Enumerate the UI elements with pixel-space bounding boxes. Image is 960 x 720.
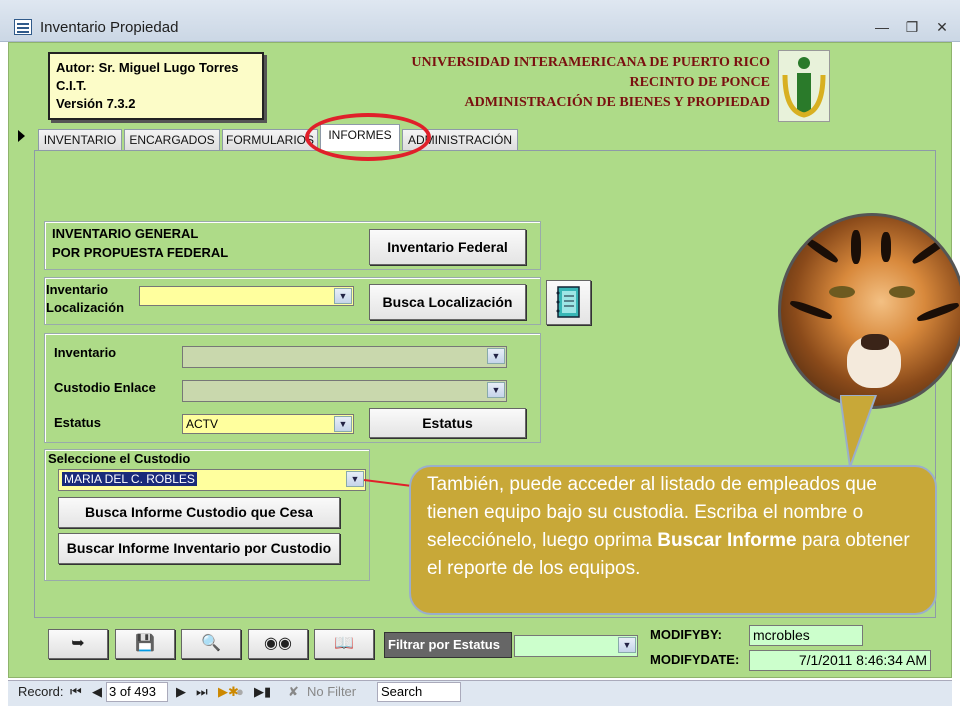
custodio-selected: MARIA DEL C. ROBLES [62, 472, 197, 486]
localizacion-combo[interactable]: ▼ [139, 286, 354, 306]
close-icon[interactable]: ✕ [932, 19, 952, 35]
inventario-combo[interactable]: ▼ [182, 346, 507, 368]
chevron-down-icon[interactable]: ▼ [618, 637, 636, 653]
chevron-down-icon[interactable]: ▼ [334, 416, 352, 432]
tiger-image [778, 213, 960, 409]
busca-localizacion-button[interactable]: Busca Localización [369, 284, 526, 320]
no-filter-icon[interactable]: ✘ [288, 684, 299, 700]
callout-pointer [840, 395, 878, 468]
previous-record-icon[interactable]: ◀ [92, 684, 102, 700]
first-record-icon[interactable]: ⏮ [70, 684, 82, 700]
custodio-enlace-combo[interactable]: ▼ [182, 380, 507, 402]
modifydate-field[interactable]: 7/1/2011 8:46:34 AM [749, 650, 931, 671]
record-selector-icon [18, 130, 25, 142]
localizacion-label-1: Inventario [46, 282, 109, 297]
estatus-combo[interactable]: ACTV ▼ [182, 414, 354, 434]
org-text: C.I.T. [56, 78, 87, 93]
seleccione-custodio-label: Seleccione el Custodio [48, 451, 191, 466]
buscar-informe-inventario-button[interactable]: Buscar Informe Inventario por Custodio [58, 533, 340, 564]
highlight-circle [305, 113, 431, 161]
tab-inventario[interactable]: INVENTARIO [38, 129, 122, 151]
minimize-icon[interactable]: — [872, 19, 892, 35]
filtrar-estatus-combo[interactable]: ▼ [514, 635, 638, 657]
chevron-down-icon[interactable]: ▼ [334, 288, 352, 304]
binoculars-icon[interactable]: ◉◉ [248, 629, 308, 659]
filtrar-estatus-label: Filtrar por Estatus [384, 632, 512, 658]
chevron-down-icon[interactable]: ▼ [487, 382, 505, 398]
author-text: Autor: Sr. Miguel Lugo Torres [56, 60, 239, 75]
modifyby-field[interactable]: mcrobles [749, 625, 863, 646]
navigation-end-icon[interactable]: ▶▮ [254, 684, 271, 700]
localizacion-label-2: Localización [46, 300, 125, 315]
form-icon [14, 19, 32, 35]
save-edit-icon[interactable]: 💾 [115, 629, 175, 659]
book-icon[interactable]: 📖 [314, 629, 374, 659]
callout-bold: Buscar Informe [657, 530, 797, 551]
record-label: Record: [18, 684, 64, 699]
chevron-down-icon[interactable]: ▼ [487, 348, 505, 364]
tab-encargados[interactable]: ENCARGADOS [124, 129, 220, 151]
window-title: Inventario Propiedad [40, 19, 179, 36]
federal-label-1: INVENTARIO GENERAL [52, 226, 199, 241]
author-box: Autor: Sr. Miguel Lugo Torres C.I.T. Ver… [48, 52, 264, 120]
busca-informe-cesa-button[interactable]: Busca Informe Custodio que Cesa [58, 497, 340, 528]
university-name: UNIVERSIDAD INTERAMERICANA DE PUERTO RIC… [411, 55, 770, 70]
federal-label-2: POR PROPUESTA FEDERAL [52, 245, 229, 260]
delete-icon: ● [236, 684, 244, 699]
tab-formularios[interactable]: FORMULARIOS [222, 129, 318, 151]
notebook-button[interactable] [546, 280, 591, 325]
university-logo [778, 50, 830, 122]
estatus-button[interactable]: Estatus [369, 408, 526, 438]
estatus-label: Estatus [54, 415, 101, 430]
modifydate-label: MODIFYDATE: [650, 652, 740, 667]
inventario-federal-button[interactable]: Inventario Federal [369, 229, 526, 265]
modifyby-label: MODIFYBY: [650, 627, 722, 642]
last-record-icon[interactable]: ⏭ [196, 684, 208, 700]
department-name: ADMINISTRACIÓN DE BIENES Y PROPIEDAD [464, 95, 770, 110]
custodio-enlace-label: Custodio Enlace [54, 380, 156, 395]
tip-callout: También, puede acceder al listado de emp… [409, 465, 937, 615]
inventario-label: Inventario [54, 345, 117, 360]
campus-name: RECINTO DE PONCE [629, 75, 770, 90]
find-next-icon[interactable]: 🔍 [181, 629, 241, 659]
version-text: Versión 7.3.2 [56, 96, 136, 111]
notebook-icon [556, 286, 580, 318]
custodio-combo[interactable]: MARIA DEL C. ROBLES ▼ [58, 469, 366, 491]
exit-icon[interactable]: ➥ [48, 629, 108, 659]
estatus-value: ACTV [186, 417, 219, 431]
restore-icon[interactable]: ❐ [902, 19, 922, 35]
search-input[interactable]: Search [377, 682, 461, 702]
current-record-field[interactable]: 3 of 493 [106, 682, 168, 702]
next-record-icon[interactable]: ▶ [176, 684, 186, 700]
no-filter-label[interactable]: No Filter [307, 684, 356, 699]
